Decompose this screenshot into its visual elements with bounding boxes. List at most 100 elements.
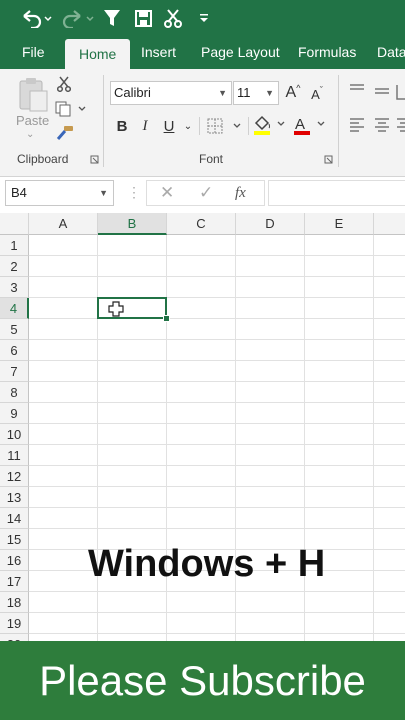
insert-function-icon[interactable]: fx bbox=[235, 181, 246, 205]
row-header-13[interactable]: 13 bbox=[0, 487, 29, 508]
save-icon[interactable] bbox=[133, 6, 153, 30]
gridline bbox=[29, 255, 405, 256]
font-launcher-icon[interactable] bbox=[322, 153, 334, 165]
font-separator bbox=[248, 117, 249, 135]
confirm-entry-icon[interactable]: ✓ bbox=[199, 181, 213, 205]
font-color-icon[interactable]: A bbox=[292, 114, 328, 136]
font-size-value: 11 bbox=[237, 85, 251, 100]
align-center-icon[interactable] bbox=[373, 117, 391, 133]
font-name-box[interactable]: Calibri ▼ bbox=[110, 81, 232, 105]
filter-icon[interactable] bbox=[102, 6, 122, 30]
select-all-corner[interactable] bbox=[0, 213, 29, 235]
gridline bbox=[29, 297, 405, 298]
borders-icon[interactable] bbox=[205, 116, 245, 136]
column-header-c[interactable]: C bbox=[167, 213, 236, 235]
row-header-17[interactable]: 17 bbox=[0, 571, 29, 592]
row-header-6[interactable]: 6 bbox=[0, 340, 29, 361]
tab-data[interactable]: Data bbox=[377, 36, 405, 69]
row-header-11[interactable]: 11 bbox=[0, 445, 29, 466]
row-header-12[interactable]: 12 bbox=[0, 466, 29, 487]
align-middle-icon[interactable] bbox=[373, 85, 391, 97]
underline-button[interactable]: U bbox=[161, 116, 177, 136]
align-left-icon[interactable] bbox=[348, 117, 366, 133]
cut-icon[interactable] bbox=[163, 6, 183, 30]
gridline bbox=[29, 423, 405, 424]
tab-insert[interactable]: Insert bbox=[141, 36, 176, 69]
decrease-font-size-icon[interactable]: Aˇ bbox=[308, 85, 326, 103]
column-header-f[interactable] bbox=[374, 213, 405, 235]
home-ribbon: Paste ⌄ Clipboard Calibri ▼ 11 ▼ A ^ Aˇ B… bbox=[0, 69, 405, 177]
redo-icon[interactable] bbox=[60, 6, 94, 30]
clipboard-group-label: Clipboard bbox=[17, 152, 69, 166]
svg-text:A: A bbox=[295, 116, 305, 133]
row-header-18[interactable]: 18 bbox=[0, 592, 29, 613]
column-header-d[interactable]: D bbox=[236, 213, 305, 235]
row-header-20[interactable]: 20 bbox=[0, 634, 29, 641]
paste-label[interactable]: Paste bbox=[16, 113, 49, 128]
undo-icon[interactable] bbox=[18, 6, 52, 30]
row-header-8[interactable]: 8 bbox=[0, 382, 29, 403]
column-header-a[interactable]: A bbox=[29, 213, 98, 235]
underline-dropdown-icon[interactable]: ⌄ bbox=[182, 118, 194, 134]
ribbon-tabs: File Home Insert Page Layout Formulas Da… bbox=[0, 36, 405, 69]
fill-handle[interactable] bbox=[163, 315, 170, 322]
gridline bbox=[29, 633, 405, 634]
tab-file[interactable]: File bbox=[22, 36, 45, 69]
column-header-e[interactable]: E bbox=[305, 213, 374, 235]
row-header-19[interactable]: 19 bbox=[0, 613, 29, 634]
bold-button[interactable]: B bbox=[113, 116, 131, 136]
paste-icon[interactable] bbox=[16, 76, 50, 114]
cancel-entry-icon[interactable]: ✕ bbox=[160, 181, 174, 205]
more-options-icon: ⋮ bbox=[127, 184, 141, 200]
tab-home[interactable]: Home bbox=[65, 39, 131, 69]
gridline bbox=[29, 486, 405, 487]
align-right-icon[interactable] bbox=[396, 117, 405, 133]
gridline bbox=[29, 381, 405, 382]
font-size-dropdown-icon[interactable]: ▼ bbox=[265, 82, 274, 104]
name-box-dropdown-icon[interactable]: ▼ bbox=[99, 181, 108, 205]
row-header-9[interactable]: 9 bbox=[0, 403, 29, 424]
align-top-icon[interactable] bbox=[348, 83, 366, 95]
font-name-dropdown-icon[interactable]: ▼ bbox=[218, 82, 227, 104]
subscribe-banner: Please Subscribe bbox=[0, 641, 405, 720]
paste-chevron-icon[interactable]: ⌄ bbox=[26, 129, 34, 140]
gridline bbox=[29, 507, 405, 508]
gridline bbox=[29, 276, 405, 277]
align-bottom-icon[interactable] bbox=[396, 83, 405, 101]
name-box[interactable]: B4 ▼ bbox=[5, 180, 114, 206]
row-header-14[interactable]: 14 bbox=[0, 508, 29, 529]
row-header-15[interactable]: 15 bbox=[0, 529, 29, 550]
cell-cursor-icon bbox=[108, 301, 124, 322]
format-painter-icon[interactable] bbox=[55, 124, 75, 142]
tab-page-layout[interactable]: Page Layout bbox=[201, 36, 280, 69]
gridline bbox=[29, 318, 405, 319]
gridline bbox=[29, 591, 405, 592]
column-header-b[interactable]: B bbox=[98, 213, 167, 235]
gridline bbox=[29, 402, 405, 403]
formula-buttons: ✕ ✓ fx bbox=[146, 180, 265, 206]
row-header-16[interactable]: 16 bbox=[0, 550, 29, 571]
gridline bbox=[373, 235, 374, 641]
cut-icon[interactable] bbox=[55, 75, 73, 93]
gridline bbox=[29, 465, 405, 466]
copy-icon[interactable] bbox=[55, 100, 87, 118]
row-header-3[interactable]: 3 bbox=[0, 277, 29, 298]
row-header-2[interactable]: 2 bbox=[0, 256, 29, 277]
row-header-1[interactable]: 1 bbox=[0, 235, 29, 256]
increase-font-size-icon[interactable]: A ^ bbox=[284, 83, 302, 103]
font-size-box[interactable]: 11 ▼ bbox=[233, 81, 279, 105]
customize-icon[interactable] bbox=[198, 6, 210, 30]
formula-input[interactable] bbox=[268, 180, 405, 206]
name-box-value: B4 bbox=[11, 185, 27, 200]
row-header-7[interactable]: 7 bbox=[0, 361, 29, 382]
row-header-4[interactable]: 4 bbox=[0, 298, 29, 319]
font-name-value: Calibri bbox=[114, 85, 151, 100]
clipboard-launcher-icon[interactable] bbox=[88, 153, 100, 165]
group-separator bbox=[103, 75, 104, 167]
row-header-5[interactable]: 5 bbox=[0, 319, 29, 340]
fill-color-icon[interactable] bbox=[252, 114, 288, 136]
italic-button[interactable]: I bbox=[137, 116, 153, 136]
font-separator bbox=[199, 117, 200, 135]
row-header-10[interactable]: 10 bbox=[0, 424, 29, 445]
tab-formulas[interactable]: Formulas bbox=[298, 36, 356, 69]
